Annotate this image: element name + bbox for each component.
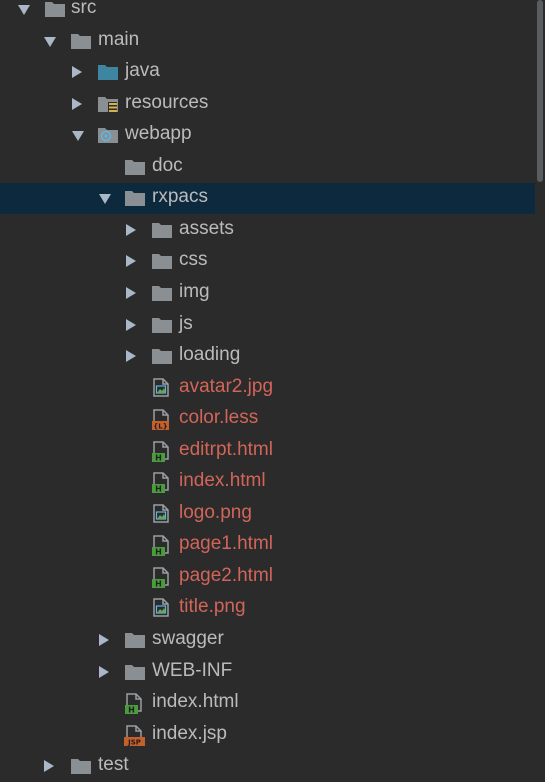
tree-node-rxpacs[interactable]: rxpacs (0, 183, 545, 215)
tree-node-resources[interactable]: resources (0, 89, 545, 120)
tree-node-label: test (98, 754, 129, 776)
tree-node-src[interactable]: src (0, 0, 545, 25)
expand-arrow-down-icon[interactable] (18, 5, 30, 15)
expand-arrow-right-icon[interactable] (99, 634, 109, 646)
tree-node-label: index.jsp (152, 722, 227, 744)
tree-node-java[interactable]: java (0, 57, 545, 88)
tree-node-index-jsp[interactable]: JSP index.jsp (0, 720, 545, 751)
tree-node-label: assets (179, 217, 234, 239)
tree-node-title-png[interactable]: title.png (0, 593, 545, 624)
expand-arrow-right-icon[interactable] (126, 350, 136, 363)
tree-node-label: page2.html (179, 564, 274, 586)
expand-arrow-down-icon[interactable] (44, 36, 56, 47)
tree-node-label: js (179, 312, 193, 334)
expand-arrow-right-icon[interactable] (126, 286, 136, 299)
resources-folder-icon (97, 94, 119, 114)
tree-node-doc[interactable]: doc (0, 152, 545, 183)
folder-icon (70, 31, 92, 51)
svg-text:H: H (155, 485, 162, 494)
tree-node-label: WEB-INF (152, 659, 233, 681)
folder-icon (151, 251, 173, 271)
folder-icon (151, 220, 173, 240)
expand-arrow-right-icon[interactable] (72, 97, 82, 110)
html-file-icon: H (124, 693, 146, 715)
tree-node-label: src (71, 0, 97, 18)
tree-node-loading[interactable]: loading (0, 341, 545, 372)
tree-node-color-less[interactable]: {L} color.less (0, 404, 545, 435)
svg-text:H: H (155, 579, 162, 588)
folder-icon (124, 157, 146, 177)
tree-node-logo-png[interactable]: logo.png (0, 499, 545, 530)
tree-node-index-html[interactable]: Hindex.html (0, 467, 545, 498)
expand-arrow-right-icon[interactable] (72, 66, 82, 79)
web-folder-icon (97, 125, 119, 145)
html-file-icon: H (151, 567, 173, 588)
tree-node-label: editrpt.html (179, 438, 273, 460)
tree-node-css[interactable]: css (0, 246, 545, 277)
tree-node-label: title.png (179, 596, 246, 618)
tree-node-label: main (98, 28, 140, 50)
tree-node-label: webapp (125, 123, 192, 145)
source-folder-icon (97, 62, 119, 82)
tree-node-swagger[interactable]: swagger (0, 625, 545, 656)
tree-node-avatar2-jpg[interactable]: avatar2.jpg (0, 373, 545, 404)
expand-arrow-down-icon[interactable] (72, 131, 84, 142)
tree-node-label: css (179, 249, 208, 271)
tree-node-label: swagger (152, 628, 224, 649)
tree-node-index-html[interactable]: Hindex.html (0, 688, 545, 719)
tree-node-label: index.html (179, 470, 266, 492)
tree-node-label: img (179, 280, 210, 302)
tree-node-page2-html[interactable]: Hpage2.html (0, 562, 545, 593)
svg-text:H: H (155, 453, 162, 462)
svg-text:H: H (155, 548, 162, 557)
tree-node-label: logo.png (179, 501, 252, 523)
expand-arrow-right-icon[interactable] (126, 255, 136, 268)
vertical-scrollbar[interactable] (535, 0, 545, 778)
folder-icon (44, 0, 66, 19)
image-file-icon (151, 598, 173, 618)
expand-arrow-right-icon[interactable] (44, 760, 54, 773)
tree-node-page1-html[interactable]: Hpage1.html (0, 530, 545, 561)
html-file-icon: H (151, 472, 173, 494)
tree-node-assets[interactable]: assets (0, 215, 545, 246)
tree-node-label: doc (152, 154, 183, 176)
scrollbar-thumb[interactable] (537, 0, 543, 182)
folder-icon (124, 630, 146, 650)
tree-node-test[interactable]: test (0, 751, 545, 782)
svg-text:H: H (128, 706, 135, 715)
tree-node-main[interactable]: main (0, 26, 545, 57)
folder-icon (151, 315, 173, 335)
folder-icon (124, 188, 146, 208)
tree-node-label: resources (125, 91, 209, 113)
image-file-icon (151, 504, 173, 524)
html-file-icon: H (151, 440, 173, 462)
tree-node-label: page1.html (179, 533, 274, 555)
project-tree: src main java resources webapp doc rxpacs asset… (0, 0, 545, 778)
tree-node-web-inf[interactable]: WEB-INF (0, 657, 545, 688)
tree-node-label: color.less (179, 407, 259, 429)
less-file-icon: {L} (151, 409, 173, 431)
folder-icon (151, 283, 173, 303)
tree-node-label: java (125, 60, 160, 82)
folder-icon (70, 756, 92, 776)
folder-icon (151, 346, 173, 366)
tree-node-img[interactable]: img (0, 278, 545, 309)
svg-text:{L}: {L} (153, 423, 167, 431)
tree-node-label: loading (179, 344, 241, 366)
expand-arrow-right-icon[interactable] (126, 318, 136, 331)
html-file-icon: H (151, 535, 173, 557)
folder-icon (124, 662, 146, 682)
tree-node-label: index.html (152, 691, 239, 713)
tree-node-label: avatar2.jpg (179, 375, 274, 397)
tree-node-label: rxpacs (152, 186, 208, 208)
image-file-icon (151, 377, 173, 398)
svg-text:JSP: JSP (127, 738, 141, 746)
tree-node-js[interactable]: js (0, 310, 545, 341)
expand-arrow-right-icon[interactable] (126, 223, 136, 236)
jsp-file-icon: JSP (124, 724, 146, 746)
tree-node-webapp[interactable]: webapp (0, 120, 545, 151)
tree-node-editrpt-html[interactable]: Heditrpt.html (0, 436, 545, 467)
expand-arrow-down-icon[interactable] (99, 194, 111, 205)
expand-arrow-right-icon[interactable] (99, 665, 109, 678)
